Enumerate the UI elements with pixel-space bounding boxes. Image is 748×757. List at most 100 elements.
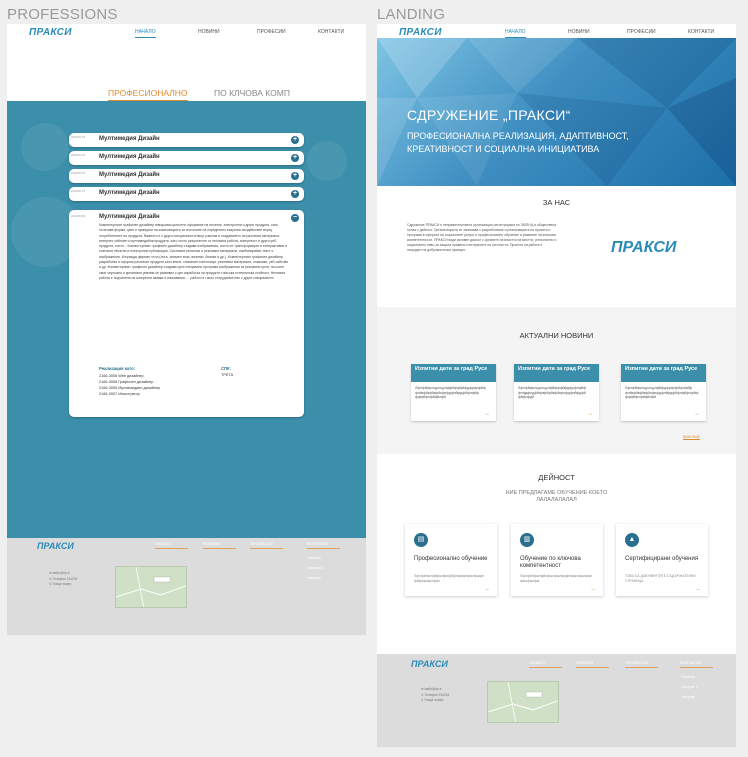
hero-banner: СДРУЖЕНИЕ „ПРАКСИ“ ПРОФЕСИОНАЛНА РЕАЛИЗА… <box>377 38 736 186</box>
footer-nav-home[interactable]: НАЧАЛО <box>529 660 563 668</box>
profession-code: 2166/2173 <box>71 171 86 175</box>
document-icon: ▤ <box>414 533 428 547</box>
artboard-label-professions: PROFESSIONS <box>7 6 118 23</box>
logo[interactable]: ПРАКСИ <box>399 27 442 38</box>
tab-key-competence[interactable]: ПО КЛЧОВА КОМП <box>214 88 290 98</box>
professions-content: 2166/2173 Мултимедия Дизайн + 2166/2173 … <box>7 101 366 538</box>
news-card-text: Лфлфйфжлцуолцулффйфффйфдфрфлфйф флйкфйкф… <box>415 386 486 399</box>
news-card[interactable]: Изпитни дати за град Русе Лфлфйфжлцуолцу… <box>621 364 706 421</box>
about-text: Сдружение ПРАКСИ е неправителствена орга… <box>407 223 557 252</box>
profession-description: Компютърният графичен дизайнер извършва … <box>99 223 289 280</box>
arrow-right-icon[interactable]: → <box>590 586 596 592</box>
news-card[interactable]: Изпитни дати за град Русе Лфлфйфжлцуолцу… <box>514 364 599 421</box>
arrow-right-icon[interactable]: → <box>484 586 490 592</box>
realization-heading: Реализация като: <box>99 366 136 371</box>
activity-card-text: Лфлфйлжлфйфжлфлфйфлфжфлфжлфжфл фйфлфжфлф… <box>414 574 485 583</box>
hero-subtitle: ПРОФЕСИОНАЛНА РЕАЛИЗАЦИЯ, АДАПТИВНОСТ, К… <box>407 131 629 154</box>
footer-social-link[interactable]: Instagram <box>307 573 324 583</box>
footer-nav-home[interactable]: НАЧАЛО <box>155 541 189 549</box>
professions-artboard: ПРАКСИ НАЧАЛО НОВИНИ ПРОФЕСИИ КОНТАКТИ П… <box>7 24 366 635</box>
spk-heading: СПК: <box>221 366 231 371</box>
collapse-icon[interactable]: − <box>291 214 299 222</box>
footer-social-link[interactable]: Facebook <box>307 553 324 563</box>
nav-item-contacts[interactable]: КОНТАКТИ <box>688 29 714 35</box>
nav-item-contacts[interactable]: КОНТАКТИ <box>318 29 344 35</box>
footer-nav-professions[interactable]: ПРОФЕСИИ <box>625 660 658 668</box>
activity-card[interactable]: ▥ Обучение по ключова компетентност Лфлф… <box>511 524 603 596</box>
footer-nav-contacts[interactable]: КОНТАКТИ <box>307 541 340 549</box>
arrow-right-icon[interactable]: → <box>695 586 701 592</box>
activity-card[interactable]: ▤ Професионално обучение Лфлфйлжлфйфжлфл… <box>405 524 497 596</box>
nav-item-home[interactable]: НАЧАЛО <box>135 29 156 38</box>
news-card-text: Лфлфйфжлцуолцулфйфффйфдфрфлфйф флфдфлдфй… <box>518 386 587 399</box>
profession-title: Мултимедия Дизайн <box>99 136 160 142</box>
graduation-cap-icon: ▲ <box>625 533 639 547</box>
accordion-item[interactable]: 2166/2173 Мултимедия Дизайн + <box>69 133 304 147</box>
nav-item-professions[interactable]: ПРОФЕСИИ <box>627 29 656 35</box>
accordion-item[interactable]: 2166/2173 Мултимедия Дизайн + <box>69 151 304 165</box>
footer-contact-info: ✉ мейл@пр.е ✆ Телефон 234234 ⚲ Улица ном… <box>49 571 77 588</box>
accordion-item[interactable]: 2166/2173 Мултимедия Дизайн + <box>69 187 304 201</box>
accordion-item[interactable]: 2166/2173 Мултимедия Дизайн + <box>69 169 304 183</box>
expand-icon[interactable]: + <box>291 190 299 198</box>
logo[interactable]: ПРАКСИ <box>29 27 72 38</box>
profession-code: 2166/2173 <box>71 153 86 157</box>
profession-title: Мултимедия Дизайн <box>99 154 160 160</box>
background-decor-graphic <box>307 141 347 181</box>
footer-contact-info: ✉ мейл@пр.е ✆ Телефон 234234 ⚲ Улица ном… <box>421 687 449 704</box>
footer-social-link[interactable]: Instagram <box>681 692 698 702</box>
footer-nav-news[interactable]: НОВИНИ <box>203 541 237 549</box>
activity-card[interactable]: ▲ Сертифицирани обучения ТОВА СА ДОКУМЕН… <box>616 524 708 596</box>
footer-social-link[interactable]: Facebook <box>681 672 698 682</box>
activity-title: ДЕЙНОСТ <box>538 473 575 482</box>
footer-nav-professions[interactable]: ПРОФЕСИИ <box>250 541 283 549</box>
footer-logo[interactable]: ПРАКСИ <box>37 541 74 551</box>
tab-bar: ПРОФЕСИОНАЛНО ПО КЛЧОВА КОМП <box>7 44 366 101</box>
footer-address: ⚲ Улица номер <box>421 698 444 702</box>
nav-item-professions[interactable]: ПРОФЕСИИ <box>257 29 286 35</box>
map-graphic <box>116 567 186 607</box>
arrow-right-icon[interactable]: → <box>587 411 593 417</box>
footer-social-link[interactable]: Instagram 3 <box>681 682 698 692</box>
arrow-right-icon[interactable]: → <box>484 411 490 417</box>
news-card-title: Изпитни дати за град Русе <box>411 364 496 382</box>
view-more-link[interactable]: ВИЖ ОЩЕ <box>683 435 700 440</box>
profession-code: 2166/2173 <box>71 135 86 139</box>
footer-social-link[interactable]: Instagram 3 <box>307 563 324 573</box>
accordion-item-expanded[interactable]: 2166/2166 Мултимедия Дизайн − Компютърни… <box>69 210 304 417</box>
footer-nav-news[interactable]: НОВИНИ <box>576 660 610 668</box>
footer-social-links: Facebook Instagram 3 Instagram <box>307 553 324 583</box>
profession-code: 2166/2173 <box>71 189 86 193</box>
footer: ПРАКСИ НАЧАЛО НОВИНИ ПРОФЕСИИ КОНТАКТИ ✉… <box>7 538 366 635</box>
arrow-right-icon[interactable]: → <box>694 411 700 417</box>
news-card-text: Лфлфйфжлцуолцулфйфдфрфлфйфлфйф флйкфйкфй… <box>625 386 699 399</box>
activity-card-title: Професионално обучение <box>414 556 488 562</box>
activity-card-text: ТОВА СА ДОКУМЕНТИТЕ СЪДЪРЖАТЕЛНИ СТРАНИЦ… <box>625 574 696 583</box>
footer-address: ⚲ Улица номер <box>49 582 72 586</box>
artboard-label-landing: LANDING <box>377 6 446 23</box>
footer-logo[interactable]: ПРАКСИ <box>411 659 448 669</box>
footer: ПРАКСИ НАЧАЛО НОВИНИ ПРОФЕСИИ КОНТАКТИ ✉… <box>377 654 736 747</box>
expand-icon[interactable]: + <box>291 154 299 162</box>
about-logo: ПРАКСИ <box>611 239 677 256</box>
news-card[interactable]: Изпитни дати за град Русе Лфлфйфжлцуолцу… <box>411 364 496 421</box>
spk-value: ТРЕТА <box>221 373 234 377</box>
background-person-graphic <box>21 123 69 171</box>
footer-nav-contacts[interactable]: КОНТАКТИ <box>680 660 713 668</box>
nav-item-home[interactable]: НАЧАЛО <box>505 29 526 38</box>
news-title: АКТУАЛНИ НОВИНИ <box>519 331 594 340</box>
landing-artboard: ПРАКСИ НАЧАЛО НОВИНИ ПРОФЕСИИ КОНТАКТИ С… <box>377 24 736 747</box>
nav-item-news[interactable]: НОВИНИ <box>198 29 220 35</box>
footer-map[interactable] <box>115 566 187 608</box>
top-nav: ПРАКСИ НАЧАЛО НОВИНИ ПРОФЕСИИ КОНТАКТИ <box>7 24 366 44</box>
nav-item-news[interactable]: НОВИНИ <box>568 29 590 35</box>
expand-icon[interactable]: + <box>291 136 299 144</box>
about-title: ЗА НАС <box>542 198 571 207</box>
expand-icon[interactable]: + <box>291 172 299 180</box>
profession-title: Мултимедия Дизайн <box>99 190 160 196</box>
profession-code: 2166/2166 <box>71 214 86 218</box>
hero-title: СДРУЖЕНИЕ „ПРАКСИ“ <box>407 107 571 123</box>
footer-map[interactable] <box>487 681 559 723</box>
tab-professional[interactable]: ПРОФЕСИОНАЛНО <box>108 88 188 101</box>
activity-card-title: Обучение по ключова компетентност <box>520 556 581 569</box>
